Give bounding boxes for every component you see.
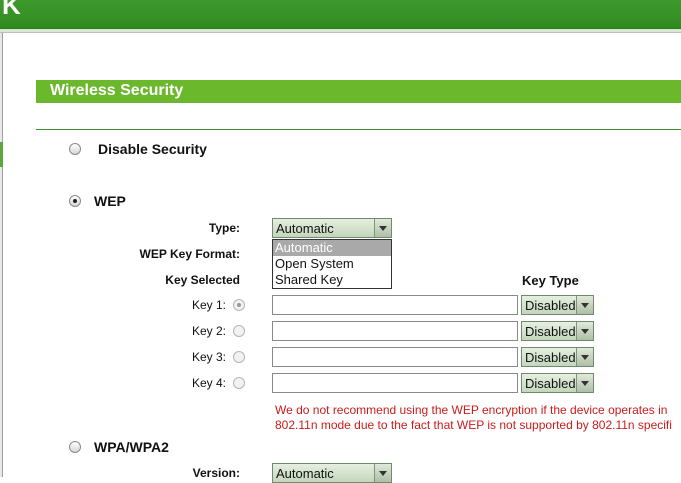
wep-key-format-label: WEP Key Format: (110, 247, 240, 261)
wep-warning-line-1: We do not recommend using the WEP encryp… (275, 403, 668, 417)
key-4-type-value: Disabled (525, 376, 576, 391)
key-1-type-value: Disabled (525, 298, 576, 313)
wep-label: WEP (94, 193, 126, 209)
key-4-type-select[interactable]: Disabled (521, 373, 594, 393)
key-1-radio[interactable] (233, 299, 245, 311)
key-2-radio[interactable] (233, 325, 245, 337)
chevron-down-icon[interactable] (374, 464, 391, 482)
key-2-label-text: Key 2: (191, 324, 226, 338)
dropdown-option-open-system[interactable]: Open System (273, 256, 391, 272)
key-2-input[interactable] (272, 321, 518, 341)
key-selected-header: Key Selected (130, 273, 240, 287)
left-frame-border (0, 33, 3, 477)
key-3-type-value: Disabled (525, 350, 576, 365)
chevron-down-icon[interactable] (576, 374, 593, 392)
disable-security-label: Disable Security (98, 141, 207, 157)
key-2-type-value: Disabled (525, 324, 576, 339)
key-4-radio[interactable] (233, 377, 245, 389)
wep-type-label: Type: (150, 221, 240, 235)
wep-radio[interactable] (69, 195, 81, 207)
key-1-type-select[interactable]: Disabled (521, 295, 594, 315)
top-header-bar: K (0, 0, 681, 28)
key-3-label: Key 3: (170, 350, 226, 364)
key-4-input[interactable] (272, 373, 518, 393)
dropdown-option-shared-key[interactable]: Shared Key (273, 272, 391, 288)
wpa-version-label: Version: (150, 466, 240, 480)
wpa-label: WPA/WPA2 (94, 439, 169, 455)
key-1-label: Key 1: (170, 298, 226, 312)
chevron-down-icon[interactable] (576, 348, 593, 366)
key-type-header: Key Type (522, 273, 579, 288)
key-3-input[interactable] (272, 347, 518, 367)
wpa-version-select[interactable]: Automatic (272, 463, 392, 483)
wep-warning-line-2: 802.11n mode due to the fact that WEP is… (275, 418, 672, 432)
wpa-radio[interactable] (69, 441, 81, 453)
left-frame-accent (0, 142, 3, 167)
section-header: Wireless Security (36, 80, 681, 103)
key-2-label: Key 2: (170, 324, 226, 338)
wep-type-value: Automatic (276, 221, 334, 236)
wpa-version-label-text: Version: (192, 466, 240, 480)
key-1-input[interactable] (272, 295, 518, 315)
key-2-type-select[interactable]: Disabled (521, 321, 594, 341)
key-1-label-text: Key 1: (191, 298, 226, 312)
brand-logo: K (2, 0, 21, 20)
section-divider (36, 129, 681, 130)
wep-key-format-text: WEP Key Format: (139, 247, 240, 261)
wep-type-label-text: Type: (208, 221, 240, 235)
key-4-label-text: Key 4: (191, 376, 226, 390)
dropdown-option-automatic[interactable]: Automatic (273, 240, 391, 256)
disable-security-radio[interactable] (69, 143, 81, 155)
key-3-radio[interactable] (233, 351, 245, 363)
key-selected-text: Key Selected (165, 273, 240, 287)
header-divider (0, 28, 681, 33)
key-4-label: Key 4: (170, 376, 226, 390)
wep-type-dropdown-list: Automatic Open System Shared Key (272, 239, 392, 289)
chevron-down-icon[interactable] (374, 219, 391, 237)
wep-type-select[interactable]: Automatic (272, 218, 392, 238)
key-3-type-select[interactable]: Disabled (521, 347, 594, 367)
key-3-label-text: Key 3: (191, 350, 226, 364)
wpa-version-value: Automatic (276, 466, 334, 481)
chevron-down-icon[interactable] (576, 322, 593, 340)
chevron-down-icon[interactable] (576, 296, 593, 314)
section-title: Wireless Security (50, 82, 184, 99)
